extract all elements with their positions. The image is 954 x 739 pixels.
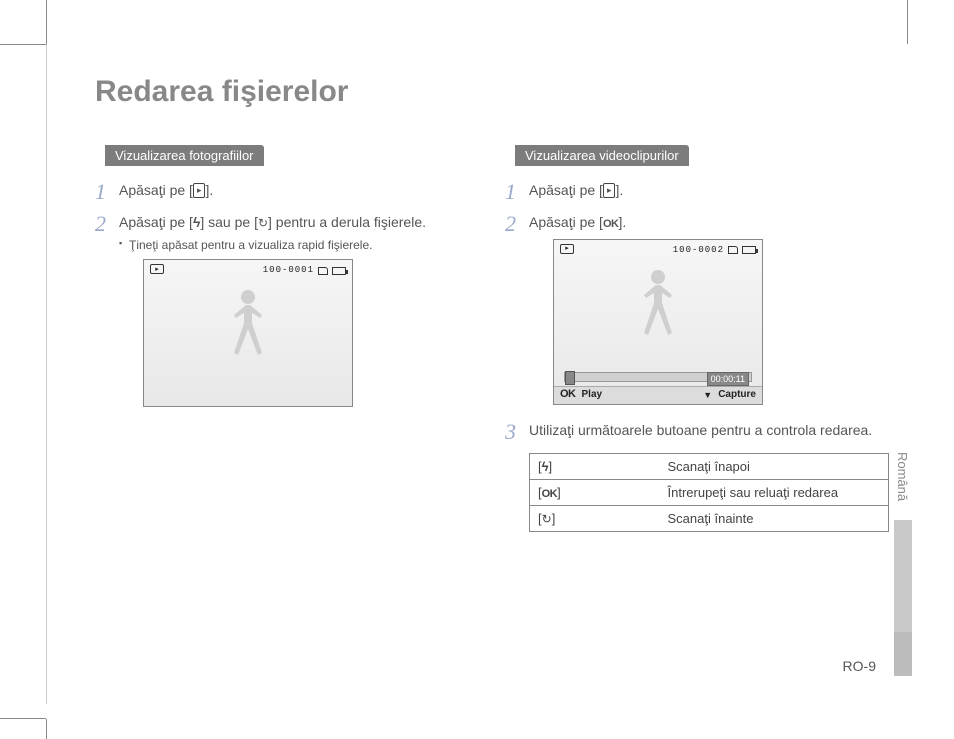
file-counter: 100-0001 (263, 264, 314, 277)
video-progress-bar: 00:00:11 (564, 372, 752, 382)
step-3: 3 Utilizaţi următoarele butoane pentru a… (505, 421, 885, 443)
control-key: [OK] (530, 479, 660, 505)
page-content: Redarea fişierelor Vizualizarea fotograf… (95, 75, 885, 532)
crop-mark (907, 0, 908, 44)
section-heading-label: Vizualizarea videoclipurilor (515, 145, 689, 166)
playback-icon (193, 183, 206, 198)
table-row: [↻] Scanaţi înainte (530, 505, 889, 531)
video-preview-screen: ▸ 100-0002 (553, 239, 763, 405)
step-text: Utilizaţi următoarele butoane pentru a c… (529, 421, 872, 443)
playback-icon (603, 183, 616, 198)
crop-mark (46, 719, 47, 739)
step-text: Apăsaţi pe [OK]. ▸ 100-0002 (529, 213, 763, 405)
step-1: 1 Apăsaţi pe []. (505, 181, 885, 203)
flash-left-icon: ϟ (542, 459, 549, 474)
play-label: Play (582, 388, 603, 402)
video-bottom-bar: OK Play ▼ Capture (554, 386, 762, 404)
ok-button-icon: OK (603, 218, 619, 230)
screen-topbar: ▸ 100-0002 (554, 240, 762, 261)
battery-icon (332, 267, 346, 275)
left-column: Vizualizarea fotografiilor 1 Apăsaţi pe … (95, 145, 467, 532)
steps-list: 1 Apăsaţi pe []. 2 Apăsaţi pe [OK]. ▸ (505, 181, 885, 443)
sd-card-icon (318, 267, 328, 275)
silhouette-figure (218, 288, 278, 374)
playback-mode-icon: ▸ (560, 244, 574, 254)
playback-mode-icon: ▸ (150, 264, 164, 274)
thumb-index-bar-dark (894, 632, 912, 676)
control-key: [↻] (530, 505, 660, 531)
step-number: 1 (505, 181, 529, 203)
right-column: Vizualizarea videoclipurilor 1 Apăsaţi p… (505, 145, 885, 532)
page-number: RO-9 (843, 658, 876, 674)
section-heading-label: Vizualizarea fotografiilor (105, 145, 264, 166)
battery-icon (742, 246, 756, 254)
crop-mark (0, 718, 46, 719)
control-action: Întrerupeţi sau reluaţi redarea (660, 479, 889, 505)
elapsed-time: 00:00:11 (707, 372, 749, 387)
crop-mark (46, 0, 47, 44)
progress-knob (565, 371, 575, 385)
ok-button-icon: OK (542, 488, 558, 500)
file-counter: 100-0002 (673, 244, 724, 257)
timer-right-icon: ↻ (542, 512, 552, 526)
screen-topbar: ▸ 100-0001 (144, 260, 352, 281)
step-text: Apăsaţi pe [ϟ] sau pe [↻] pentru a derul… (119, 213, 426, 407)
table-row: [OK] Întrerupeţi sau reluaţi redarea (530, 479, 889, 505)
capture-label: Capture (718, 388, 756, 402)
two-column-layout: Vizualizarea fotografiilor 1 Apăsaţi pe … (95, 145, 885, 532)
playback-controls-table: [ϟ] Scanaţi înapoi [OK] Întrerupeţi sau … (529, 453, 889, 532)
page-title: Redarea fişierelor (95, 75, 885, 109)
thumb-index-bar (894, 520, 912, 632)
step-number: 3 (505, 421, 529, 443)
timer-right-icon: ↻ (258, 216, 268, 230)
crop-mark (0, 44, 46, 45)
step-1: 1 Apăsaţi pe []. (95, 181, 467, 203)
step-2: 2 Apăsaţi pe [ϟ] sau pe [↻] pentru a der… (95, 213, 467, 407)
control-action: Scanaţi înapoi (660, 453, 889, 479)
down-arrow-icon: ▼ (703, 389, 712, 402)
step-number: 2 (95, 213, 119, 407)
ok-indicator-icon: OK (560, 387, 576, 402)
crop-mark (46, 44, 47, 704)
sd-card-icon (728, 246, 738, 254)
control-action: Scanaţi înainte (660, 505, 889, 531)
step-number: 1 (95, 181, 119, 203)
silhouette-figure (628, 268, 688, 354)
table-row: [ϟ] Scanaţi înapoi (530, 453, 889, 479)
step-text: Apăsaţi pe []. (119, 181, 213, 203)
section-heading-photos: Vizualizarea fotografiilor (95, 145, 467, 167)
step-text: Apăsaţi pe []. (529, 181, 623, 203)
photo-preview-screen: ▸ 100-0001 (143, 259, 353, 407)
step-number: 2 (505, 213, 529, 405)
step-2: 2 Apăsaţi pe [OK]. ▸ 100-0002 (505, 213, 885, 405)
screen-status-icons: 100-0001 (263, 264, 346, 277)
section-heading-videos: Vizualizarea videoclipurilor (505, 145, 885, 167)
language-tab: Română (893, 446, 912, 507)
steps-list: 1 Apăsaţi pe []. 2 Apăsaţi pe [ϟ] sau pe… (95, 181, 467, 407)
screen-status-icons: 100-0002 (673, 244, 756, 257)
step-sub-note: Ţineţi apăsat pentru a vizualiza rapid f… (119, 237, 426, 254)
control-key: [ϟ] (530, 453, 660, 479)
